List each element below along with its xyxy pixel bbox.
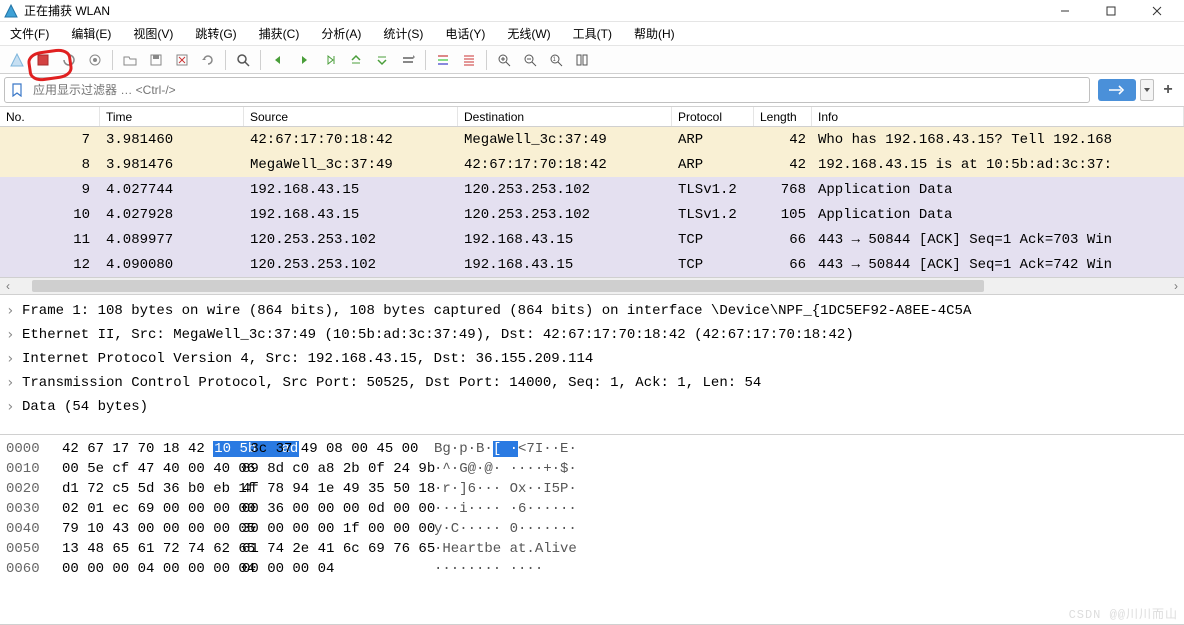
find-button[interactable] [232, 49, 254, 71]
save-file-button[interactable] [145, 49, 167, 71]
colorize-button[interactable] [432, 49, 454, 71]
go-forward-button[interactable] [293, 49, 315, 71]
col-info[interactable]: Info [812, 107, 1184, 126]
menu-analyze[interactable]: 分析(A) [317, 23, 365, 44]
go-first-button[interactable] [345, 49, 367, 71]
packet-details: › Frame 1: 108 bytes on wire (864 bits), … [0, 295, 1184, 435]
detail-text: Internet Protocol Version 4, Src: 192.16… [22, 351, 593, 367]
resize-columns-button[interactable] [571, 49, 593, 71]
menu-wireless[interactable]: 无线(W) [503, 23, 554, 44]
packet-bytes: 000042 67 17 70 18 42 10 5b ad 3c 37 49 … [0, 435, 1184, 625]
chevron-right-icon: › [6, 375, 16, 391]
menu-edit[interactable]: 编辑(E) [67, 23, 115, 44]
watermark: CSDN @@川川而山 [1069, 605, 1178, 622]
toolbar: 1 [0, 46, 1184, 74]
detail-line[interactable]: › Internet Protocol Version 4, Src: 192.1… [6, 347, 1178, 371]
minimize-button[interactable] [1042, 0, 1088, 22]
reload-button[interactable] [197, 49, 219, 71]
detail-text: Transmission Control Protocol, Src Port:… [22, 375, 761, 391]
capture-options-button[interactable] [84, 49, 106, 71]
filter-history-button[interactable] [1140, 79, 1154, 101]
auto-scroll-button[interactable] [397, 49, 419, 71]
chevron-right-icon: › [6, 399, 16, 415]
display-filter-bar [4, 77, 1090, 103]
go-to-packet-button[interactable] [319, 49, 341, 71]
app-icon [4, 4, 18, 18]
menu-help[interactable]: 帮助(H) [630, 23, 679, 44]
chevron-right-icon: › [6, 327, 16, 343]
detail-line[interactable]: › Data (54 bytes) [6, 395, 1178, 419]
bookmark-icon[interactable] [5, 83, 29, 97]
close-file-button[interactable] [171, 49, 193, 71]
maximize-button[interactable] [1088, 0, 1134, 22]
col-proto[interactable]: Protocol [672, 107, 754, 126]
zoom-in-button[interactable] [493, 49, 515, 71]
col-no[interactable]: No. [0, 107, 100, 126]
menu-tools[interactable]: 工具(T) [569, 23, 616, 44]
col-src[interactable]: Source [244, 107, 458, 126]
packet-row[interactable]: 94.027744192.168.43.15120.253.253.102TLS… [0, 177, 1184, 202]
hex-line[interactable]: 0020d1 72 c5 5d 36 b0 eb 1f4f 78 94 1e 4… [6, 479, 1178, 499]
go-last-button[interactable] [371, 49, 393, 71]
packet-row[interactable]: 124.090080120.253.253.102192.168.43.15TC… [0, 252, 1184, 277]
menu-view[interactable]: 视图(V) [129, 23, 177, 44]
hex-line[interactable]: 003002 01 ec 69 00 00 00 0000 36 00 00 0… [6, 499, 1178, 519]
chevron-right-icon: › [6, 303, 16, 319]
apply-filter-button[interactable] [1098, 79, 1136, 101]
menu-go[interactable]: 跳转(G) [191, 23, 240, 44]
detail-line[interactable]: › Ethernet II, Src: MegaWell_3c:37:49 (10… [6, 323, 1178, 347]
hex-line[interactable]: 004079 10 43 00 00 00 00 0530 00 00 00 1… [6, 519, 1178, 539]
hex-line[interactable]: 000042 67 17 70 18 42 10 5b ad 3c 37 49 … [6, 439, 1178, 459]
go-back-button[interactable] [267, 49, 289, 71]
col-dst[interactable]: Destination [458, 107, 672, 126]
menu-capture[interactable]: 捕获(C) [255, 23, 304, 44]
packet-list: No. Time Source Destination Protocol Len… [0, 106, 1184, 295]
open-file-button[interactable] [119, 49, 141, 71]
menubar: 文件(F) 编辑(E) 视图(V) 跳转(G) 捕获(C) 分析(A) 统计(S… [0, 22, 1184, 46]
detail-line[interactable]: › Frame 1: 108 bytes on wire (864 bits), … [6, 299, 1178, 323]
detail-text: Frame 1: 108 bytes on wire (864 bits), 1… [22, 303, 971, 319]
titlebar: 正在捕获 WLAN [0, 0, 1184, 22]
zoom-reset-button[interactable]: 1 [545, 49, 567, 71]
hex-line[interactable]: 001000 5e cf 47 40 00 40 0689 8d c0 a8 2… [6, 459, 1178, 479]
packet-list-hscrollbar[interactable]: ‹ › [0, 277, 1184, 294]
restart-capture-button[interactable] [58, 49, 80, 71]
svg-text:1: 1 [553, 57, 557, 63]
menu-file[interactable]: 文件(F) [6, 23, 53, 44]
packet-row[interactable]: 114.089977120.253.253.102192.168.43.15TC… [0, 227, 1184, 252]
packet-row[interactable]: 83.981476MegaWell_3c:37:4942:67:17:70:18… [0, 152, 1184, 177]
packet-row[interactable]: 73.98146042:67:17:70:18:42MegaWell_3c:37… [0, 127, 1184, 152]
detail-line[interactable]: › Transmission Control Protocol, Src Port… [6, 371, 1178, 395]
list-view-button[interactable] [458, 49, 480, 71]
stop-capture-button[interactable] [32, 49, 54, 71]
close-button[interactable] [1134, 0, 1180, 22]
menu-statistics[interactable]: 统计(S) [379, 23, 427, 44]
detail-text: Ethernet II, Src: MegaWell_3c:37:49 (10:… [22, 327, 854, 343]
detail-text: Data (54 bytes) [22, 399, 148, 415]
col-time[interactable]: Time [100, 107, 244, 126]
add-filter-button[interactable]: + [1158, 79, 1178, 101]
zoom-out-button[interactable] [519, 49, 541, 71]
display-filter-input[interactable] [29, 83, 1089, 97]
start-capture-button[interactable] [6, 49, 28, 71]
hex-line[interactable]: 006000 00 00 04 00 00 00 0400 00 00 04··… [6, 559, 1178, 579]
packet-row[interactable]: 104.027928192.168.43.15120.253.253.102TL… [0, 202, 1184, 227]
hex-line[interactable]: 005013 48 65 61 72 74 62 6561 74 2e 41 6… [6, 539, 1178, 559]
chevron-right-icon: › [6, 351, 16, 367]
menu-telephony[interactable]: 电话(Y) [441, 23, 489, 44]
col-len[interactable]: Length [754, 107, 812, 126]
window-title: 正在捕获 WLAN [24, 2, 110, 19]
